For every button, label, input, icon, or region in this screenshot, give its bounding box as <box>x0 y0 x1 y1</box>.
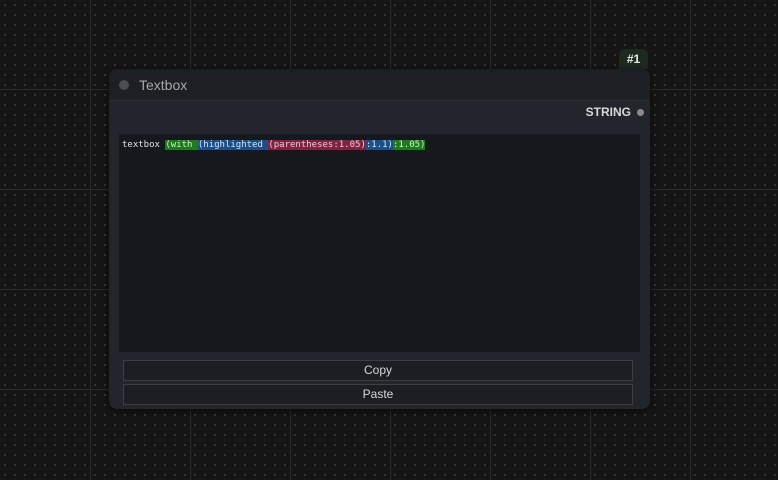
text-input[interactable]: textbox (with (highlighted (parentheses:… <box>119 134 640 352</box>
text-segment-plain: textbox <box>122 140 166 150</box>
text-segment-highlight-green: (with <box>165 140 198 150</box>
text-segment-highlight-red: (parentheses:1.05) <box>268 140 366 150</box>
node-id-badge: #1 <box>619 49 648 69</box>
text-segment-highlight-blue: :1.1) <box>365 140 393 150</box>
output-connector-icon[interactable] <box>637 108 644 116</box>
node-header[interactable]: Textbox <box>109 69 650 101</box>
text-segment-highlight-blue: (highlighted <box>197 140 269 150</box>
textbox-node[interactable]: Textbox STRING textbox (with (highlighte… <box>109 69 650 409</box>
node-title: Textbox <box>139 76 188 93</box>
collapse-dot-icon[interactable] <box>119 79 129 90</box>
output-label: STRING <box>585 105 631 119</box>
copy-button[interactable]: Copy <box>123 360 633 381</box>
paste-button[interactable]: Paste <box>123 384 633 405</box>
output-slot[interactable]: STRING <box>586 105 644 119</box>
text-segment-highlight-green: :1.05) <box>392 140 426 150</box>
